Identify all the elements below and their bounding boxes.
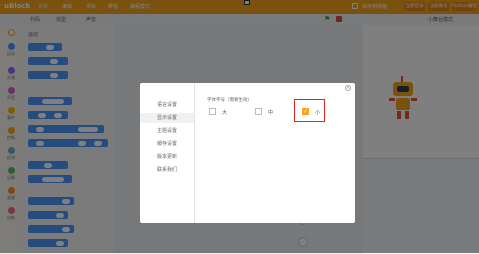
- menu-theme-settings[interactable]: 主题设置: [140, 126, 194, 136]
- selection-highlight: [294, 99, 325, 122]
- settings-dialog: × 语言设置 显示设置 主题设置 缓存设置 版本更新 联系我们 字体字号（需要生…: [140, 83, 355, 223]
- menu-cache-settings[interactable]: 缓存设置: [140, 139, 194, 149]
- large-checkbox[interactable]: [209, 108, 216, 115]
- menu-language-settings[interactable]: 语言设置: [140, 100, 194, 110]
- option-large-label: 大: [222, 110, 228, 116]
- menu-display-settings[interactable]: 显示设置: [140, 113, 194, 123]
- menu-contact-us[interactable]: 联系我们: [140, 165, 194, 175]
- close-icon[interactable]: ×: [345, 85, 351, 91]
- font-size-section-title: 字体字号（需要生效）: [207, 98, 252, 103]
- option-medium-label: 中: [268, 110, 274, 116]
- medium-checkbox[interactable]: [255, 108, 262, 115]
- menu-version-update[interactable]: 版本更新: [140, 152, 194, 162]
- settings-menu: 语言设置 显示设置 主题设置 缓存设置 版本更新 联系我们: [140, 83, 195, 223]
